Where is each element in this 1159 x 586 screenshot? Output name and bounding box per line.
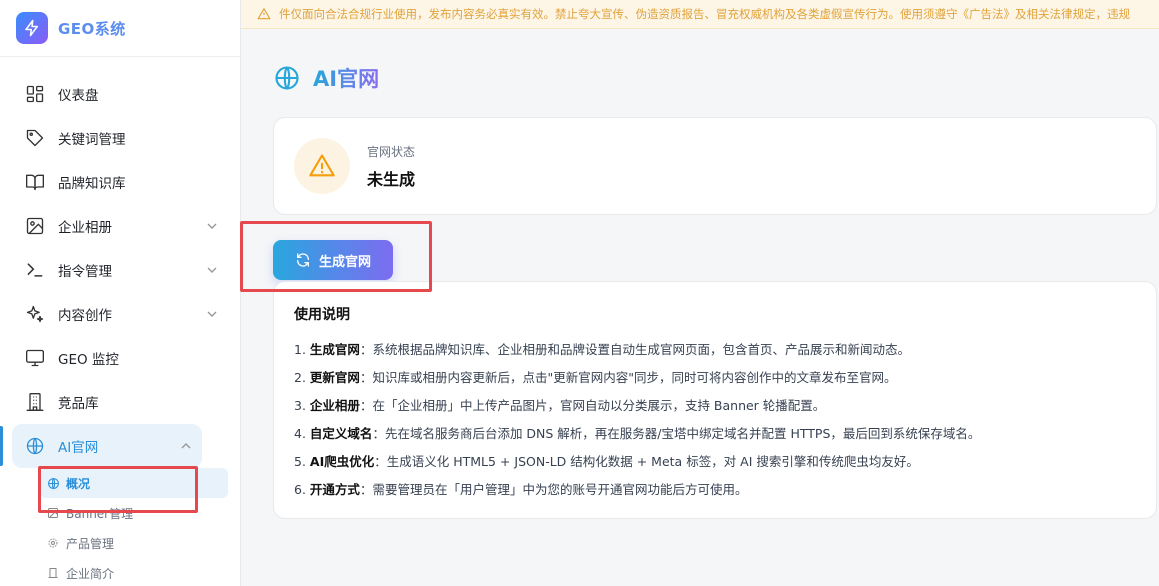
image-icon [24, 215, 46, 237]
status-text: 官网状态 未生成 [367, 143, 415, 190]
sparkle-icon [24, 303, 46, 325]
submenu-item-label: 企业简介 [66, 566, 115, 581]
sidebar-item-label: 内容创作 [58, 308, 112, 324]
sidebar-item-label: 品牌知识库 [58, 176, 126, 192]
tag-icon [24, 127, 46, 149]
chevron-up-icon [181, 443, 191, 449]
warning-icon [257, 8, 271, 20]
page-title: AI官网 [273, 63, 379, 93]
dashboard-icon [24, 83, 46, 105]
book-icon [24, 171, 46, 193]
globe-icon [275, 66, 299, 90]
warning-icon [309, 154, 335, 177]
sidebar-item-dashboard[interactable]: 仪表盘 [12, 72, 228, 116]
sidebar-item-label: AI官网 [58, 440, 99, 456]
sidebar-item-label: 指令管理 [58, 264, 112, 280]
annotation-box-generate [240, 221, 432, 292]
sidebar-item-label: 竞品库 [58, 396, 99, 412]
sidebar-item-label: 企业相册 [58, 220, 112, 236]
instruction-line: 2. 更新官网：知识库或相册内容更新后，点击"更新官网内容"同步，同时可将内容创… [294, 370, 897, 385]
instructions-title: 使用说明 [294, 307, 350, 323]
submenu-item-products[interactable]: 产品管理 [40, 528, 228, 558]
page-title-text: AI官网 [313, 63, 379, 93]
instruction-line: 6. 开通方式：需要管理员在「用户管理」中为您的账号开通官网功能后方可使用。 [294, 482, 748, 497]
active-indicator [0, 426, 3, 466]
sidebar-item-keywords[interactable]: 关键词管理 [12, 116, 228, 160]
monitor-icon [24, 347, 46, 369]
sidebar-item-knowledge-base[interactable]: 品牌知识库 [12, 160, 228, 204]
status-label: 官网状态 [367, 144, 416, 159]
chevron-down-icon [207, 267, 217, 273]
submenu-item-label: 产品管理 [66, 536, 115, 551]
instruction-line: 3. 企业相册：在「企业相册」中上传产品图片，官网自动以分类展示，支持 Bann… [294, 398, 826, 413]
chevron-down-icon [207, 311, 217, 317]
annotation-box-overview [38, 466, 198, 513]
gear-icon [46, 536, 60, 550]
sidebar-menu: 仪表盘 关键词管理 品牌知识库 企业相册 指令管理 内容创作 GEO 监控 竞品… [12, 72, 228, 468]
building-icon [24, 391, 46, 413]
sidebar-item-content-creation[interactable]: 内容创作 [12, 292, 228, 336]
status-icon-wrap [294, 138, 350, 194]
sidebar-item-competitors[interactable]: 竞品库 [12, 380, 228, 424]
website-status-card: 官网状态 未生成 [273, 117, 1157, 215]
app-name: GEO系统 [58, 19, 126, 38]
sidebar-item-label: GEO 监控 [58, 352, 119, 368]
sidebar-item-commands[interactable]: 指令管理 [12, 248, 228, 292]
sidebar-item-label: 关键词管理 [58, 132, 126, 148]
instruction-line: 4. 自定义域名：先在域名服务商后台添加 DNS 解析，再在服务器/宝塔中绑定域… [294, 426, 981, 441]
instruction-line: 5. AI爬虫优化：生成语义化 HTML5 + JSON-LD 结构化数据 + … [294, 454, 919, 469]
instructions-card: 使用说明 1. 生成官网：系统根据品牌知识库、企业相册和品牌设置自动生成官网页面… [273, 281, 1157, 519]
brand: GEO系统 [0, 0, 240, 57]
status-value: 未生成 [367, 169, 416, 189]
sidebar-item-label: 仪表盘 [58, 88, 99, 104]
notice-text: 件仅面向合法合规行业使用，发布内容务必真实有效。禁止夸大宣传、伪造资质报告、冒充… [279, 7, 1130, 21]
building-icon [46, 566, 60, 580]
sidebar-item-album[interactable]: 企业相册 [12, 204, 228, 248]
submenu-item-company-profile[interactable]: 企业简介 [40, 558, 228, 586]
terminal-icon [24, 259, 46, 281]
sidebar-item-geo-monitor[interactable]: GEO 监控 [12, 336, 228, 380]
globe-icon [24, 435, 46, 457]
instruction-line: 1. 生成官网：系统根据品牌知识库、企业相册和品牌设置自动生成官网页面，包含首页… [294, 342, 910, 357]
sidebar-item-ai-website[interactable]: AI官网 [12, 424, 202, 468]
lightning-icon [16, 12, 48, 44]
compliance-notice: 件仅面向合法合规行业使用，发布内容务必真实有效。禁止夸大宣传、伪造资质报告、冒充… [241, 0, 1159, 29]
chevron-down-icon [207, 223, 217, 229]
